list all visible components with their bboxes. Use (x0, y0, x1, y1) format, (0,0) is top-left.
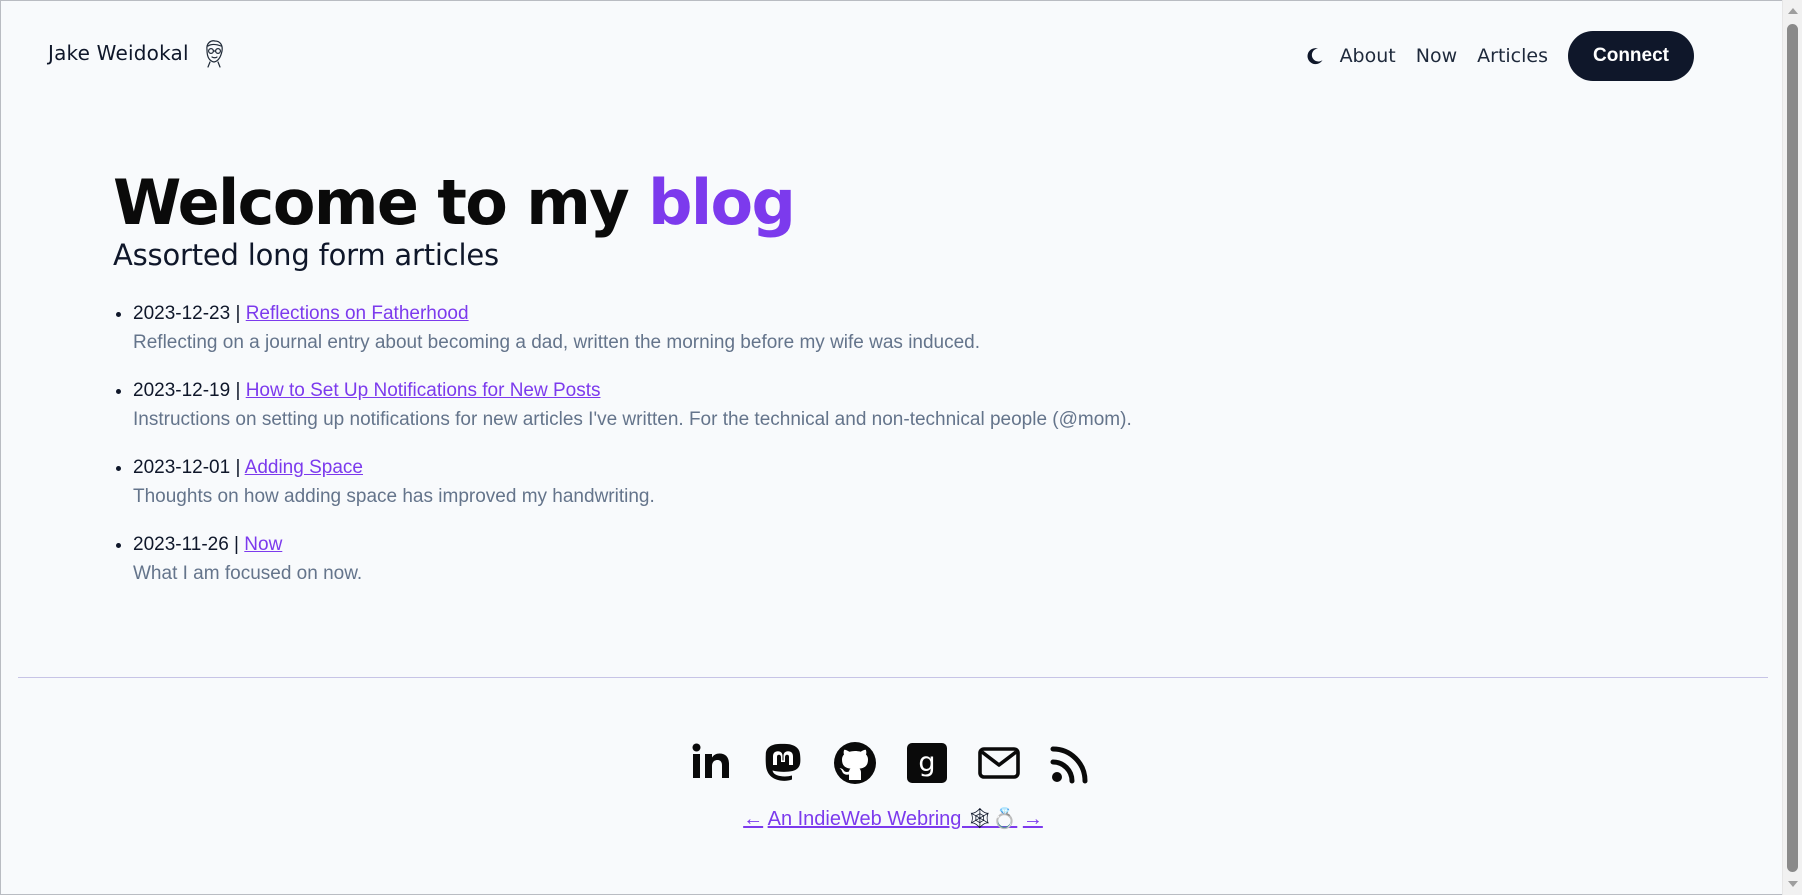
connect-button[interactable]: Connect (1568, 31, 1694, 81)
social-links: g (0, 740, 1780, 786)
article-link[interactable]: Reflections on Fatherhood (246, 303, 469, 324)
webring-next-link[interactable]: → (1023, 808, 1043, 830)
list-item: 2023-12-01 | Adding Space Thoughts on ho… (133, 452, 1513, 510)
webring: ← An IndieWeb Webring 🕸💍 → (0, 806, 1780, 831)
nav-about[interactable]: About (1340, 45, 1396, 67)
scroll-down-icon[interactable] (1788, 881, 1798, 887)
site-header: Jake Weidokal About Now Articles Connect (0, 0, 1780, 110)
svg-text:g: g (918, 747, 935, 778)
mastodon-icon[interactable] (760, 740, 806, 786)
article-separator: | (230, 380, 246, 401)
brand-link[interactable]: Jake Weidokal (48, 38, 227, 68)
article-description: Instructions on setting up notifications… (133, 409, 1132, 430)
article-separator: | (230, 303, 246, 324)
article-description: What I am focused on now. (133, 563, 363, 584)
site-footer: g ← An IndieWeb Webring 🕸💍 → (0, 740, 1780, 831)
article-date: 2023-12-19 (133, 380, 231, 401)
article-date: 2023-11-26 (133, 534, 229, 555)
avatar-sketch-icon (201, 38, 227, 68)
goodreads-icon[interactable]: g (904, 740, 950, 786)
brand-name: Jake Weidokal (48, 41, 189, 65)
page-title: Welcome to my blog (113, 172, 1513, 234)
scroll-thumb[interactable] (1787, 24, 1798, 872)
list-item: 2023-12-19 | How to Set Up Notifications… (133, 375, 1513, 433)
github-icon[interactable] (832, 740, 878, 786)
webring-label: An IndieWeb Webring (767, 808, 967, 830)
article-date: 2023-12-01 (133, 457, 231, 478)
title-prefix: Welcome to my (113, 166, 649, 239)
article-description: Thoughts on how adding space has improve… (133, 486, 655, 507)
nav-now[interactable]: Now (1416, 45, 1457, 67)
linkedin-icon[interactable] (688, 740, 734, 786)
webring-link[interactable]: An IndieWeb Webring 🕸💍 (768, 808, 1018, 830)
email-icon[interactable] (976, 740, 1022, 786)
scroll-up-icon[interactable] (1788, 8, 1798, 14)
article-description: Reflecting on a journal entry about beco… (133, 332, 981, 353)
article-separator: | (228, 534, 245, 555)
article-separator: | (230, 457, 245, 478)
vertical-scrollbar[interactable] (1782, 0, 1802, 895)
footer-divider (18, 677, 1768, 678)
list-item: 2023-12-23 | Reflections on Fatherhood R… (133, 298, 1513, 356)
main-nav: About Now Articles Connect (1304, 31, 1694, 81)
article-link[interactable]: Now (244, 534, 282, 555)
article-list: 2023-12-23 | Reflections on Fatherhood R… (113, 298, 1513, 587)
article-link[interactable]: Adding Space (245, 457, 363, 478)
moon-icon[interactable] (1304, 45, 1326, 67)
webring-ring-icon: 🕸💍 (966, 808, 1018, 830)
nav-articles[interactable]: Articles (1477, 45, 1548, 67)
article-date: 2023-12-23 (133, 303, 231, 324)
title-accent: blog (648, 166, 796, 239)
main-content: Welcome to my blog Assorted long form ar… (113, 160, 1513, 606)
webring-prev-link[interactable]: ← (743, 808, 763, 830)
rss-icon[interactable] (1048, 740, 1094, 786)
page-subtitle: Assorted long form articles (113, 238, 499, 272)
list-item: 2023-11-26 | Now What I am focused on no… (133, 529, 1513, 587)
article-link[interactable]: How to Set Up Notifications for New Post… (246, 380, 601, 401)
